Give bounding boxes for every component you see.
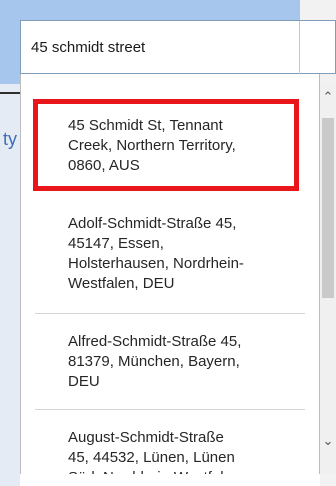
scrollbar-thumb[interactable]: [322, 118, 334, 298]
search-input[interactable]: [31, 34, 291, 60]
dropdown-bottom-edge: [20, 474, 320, 486]
search-box[interactable]: [20, 20, 336, 75]
suggestion-item[interactable]: Alfred-Schmidt-Straße 45, 81379, München…: [35, 314, 305, 410]
suggestion-item[interactable]: 45 Schmidt St, Tennant Creek, Northern T…: [35, 98, 305, 196]
suggestions-scrollbar[interactable]: ⌃ ⌄: [320, 84, 336, 474]
suggestions-dropdown: 45 Schmidt St, Tennant Creek, Northern T…: [20, 74, 320, 486]
chevron-down-icon[interactable]: ⌄: [320, 434, 336, 449]
background-text-fragment: ty: [3, 129, 18, 149]
background-divider: [0, 92, 22, 94]
suggestion-item[interactable]: Adolf-Schmidt-Straße 45, 45147, Essen, H…: [35, 196, 305, 314]
suggestions-list: 45 Schmidt St, Tennant Creek, Northern T…: [35, 98, 305, 486]
search-box-divider: [299, 21, 300, 75]
chevron-up-icon[interactable]: ⌃: [320, 90, 336, 105]
